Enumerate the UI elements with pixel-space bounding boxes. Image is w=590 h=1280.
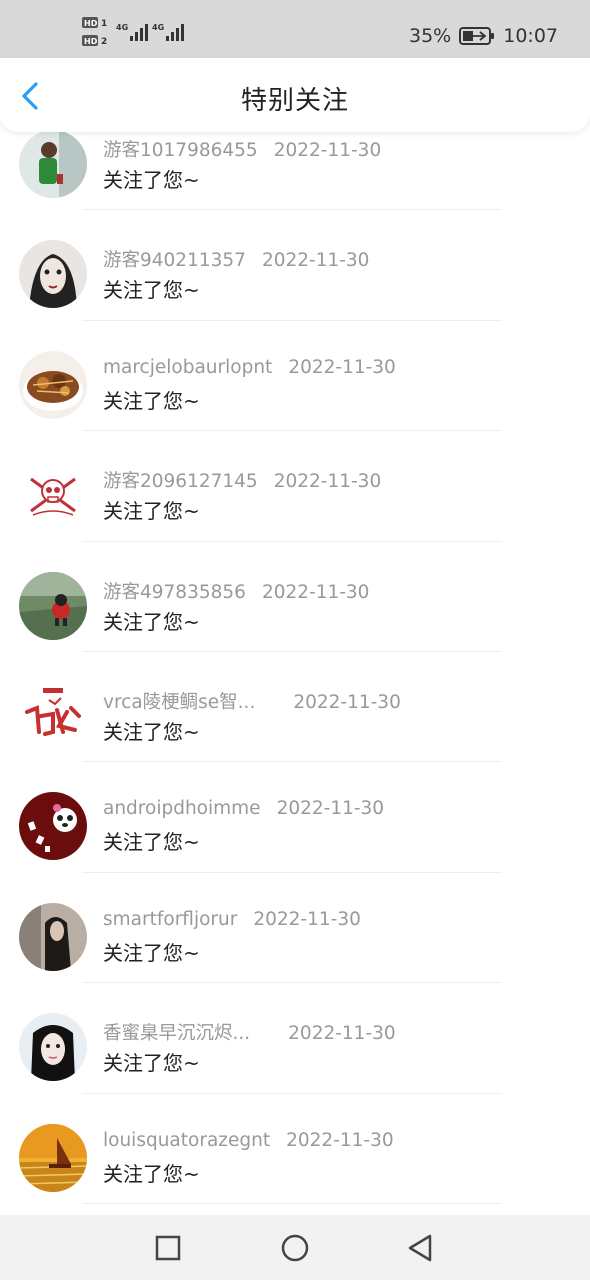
square-icon[interactable] (153, 1233, 183, 1263)
system-nav-bar (0, 1215, 590, 1280)
date: 2022-11-30 (273, 140, 382, 161)
date: 2022-11-30 (273, 471, 382, 493)
message: 关注了您~ (103, 278, 200, 303)
list-item[interactable]: 游客2096127145 2022-11-30 关注了您~ (0, 431, 590, 542)
svg-text:1: 1 (101, 19, 107, 29)
avatar[interactable] (19, 240, 87, 309)
list-item[interactable]: smartforfljorur 2022-11-30 关注了您~ (0, 873, 590, 984)
avatar[interactable] (19, 571, 87, 640)
avatar[interactable] (19, 461, 87, 530)
date: 2022-11-30 (261, 250, 370, 272)
svg-text:4G: 4G (152, 23, 164, 32)
svg-text:4G: 4G (116, 23, 128, 32)
svg-text:2: 2 (101, 37, 107, 47)
date: 2022-11-30 (286, 1129, 394, 1151)
list-item[interactable]: 游客940211357 2022-11-30 关注了您~ (0, 210, 590, 322)
avatar[interactable] (19, 902, 87, 971)
message: 关注了您~ (103, 940, 200, 965)
status-bar: HD 1 HD 2 4G 4G 35% 10:07 (0, 0, 590, 58)
message: 关注了您~ (103, 1161, 200, 1186)
avatar[interactable] (19, 792, 87, 861)
date: 2022-11-30 (288, 356, 396, 378)
username: 游客2096127145 (103, 471, 258, 493)
avatar[interactable] (19, 1013, 87, 1082)
date: 2022-11-30 (276, 798, 385, 820)
list-item[interactable]: marcjelobaurlopnt 2022-11-30 关注了您~ (0, 321, 590, 432)
date: 2022-11-30 (253, 908, 361, 930)
triangle-back-icon[interactable] (405, 1233, 435, 1263)
date: 2022-11-30 (293, 691, 401, 713)
username: louisquatorazegnt (103, 1129, 271, 1151)
username: 香蜜臬早沉沉烬... (103, 1023, 251, 1045)
username: vrca陵梗鲷se智... (103, 691, 256, 713)
username: androipdhoimme (103, 798, 261, 820)
avatar[interactable] (19, 681, 87, 750)
screen: HD 1 HD 2 4G 4G 35% 10:07 游客1017986455 2… (0, 0, 590, 1280)
username: 游客940211357 (103, 250, 246, 272)
svg-text:HD: HD (84, 19, 98, 28)
username: marcjelobaurlopnt (103, 356, 273, 378)
circle-icon[interactable] (280, 1233, 310, 1263)
clock: 10:07 (503, 25, 558, 47)
username: 游客1017986455 (103, 140, 258, 161)
message: 关注了您~ (103, 388, 200, 413)
avatar[interactable] (19, 1123, 87, 1192)
page-title: 特别关注 (240, 86, 349, 116)
message: 关注了您~ (103, 719, 200, 744)
status-right: 35% 10:07 (409, 22, 558, 50)
svg-text:HD: HD (84, 37, 98, 46)
list-item[interactable]: 香蜜臬早沉沉烬... 2022-11-30 关注了您~ (0, 983, 590, 1094)
battery-charging-icon (459, 27, 495, 45)
battery-percent: 35% (409, 25, 452, 47)
avatar[interactable] (19, 130, 87, 198)
message: 关注了您~ (103, 168, 200, 192)
list-item[interactable]: 游客497835856 2022-11-30 关注了您~ (0, 542, 590, 653)
message: 关注了您~ (103, 1051, 200, 1076)
list-item[interactable]: androipdhoimme 2022-11-30 关注了您~ (0, 762, 590, 874)
date: 2022-11-30 (261, 581, 370, 603)
signal-icon: HD 1 HD 2 4G 4G (82, 17, 184, 47)
date: 2022-11-30 (288, 1023, 396, 1045)
follow-list[interactable]: 游客1017986455 2022-11-30 关注了您~ 游客940211357… (0, 100, 590, 1215)
list-item[interactable]: louisquatorazegnt 2022-11-30 关注了您~ (0, 1094, 590, 1205)
message: 关注了您~ (103, 830, 200, 855)
message: 关注了您~ (103, 609, 200, 634)
username: 游客497835856 (103, 581, 246, 603)
message: 关注了您~ (103, 499, 200, 524)
avatar[interactable] (19, 350, 87, 419)
username: smartforfljorur (103, 908, 238, 930)
list-item[interactable]: vrca陵梗鲷se智... 2022-11-30 关注了您~ (0, 652, 590, 763)
header: 特别关注 (0, 58, 590, 132)
